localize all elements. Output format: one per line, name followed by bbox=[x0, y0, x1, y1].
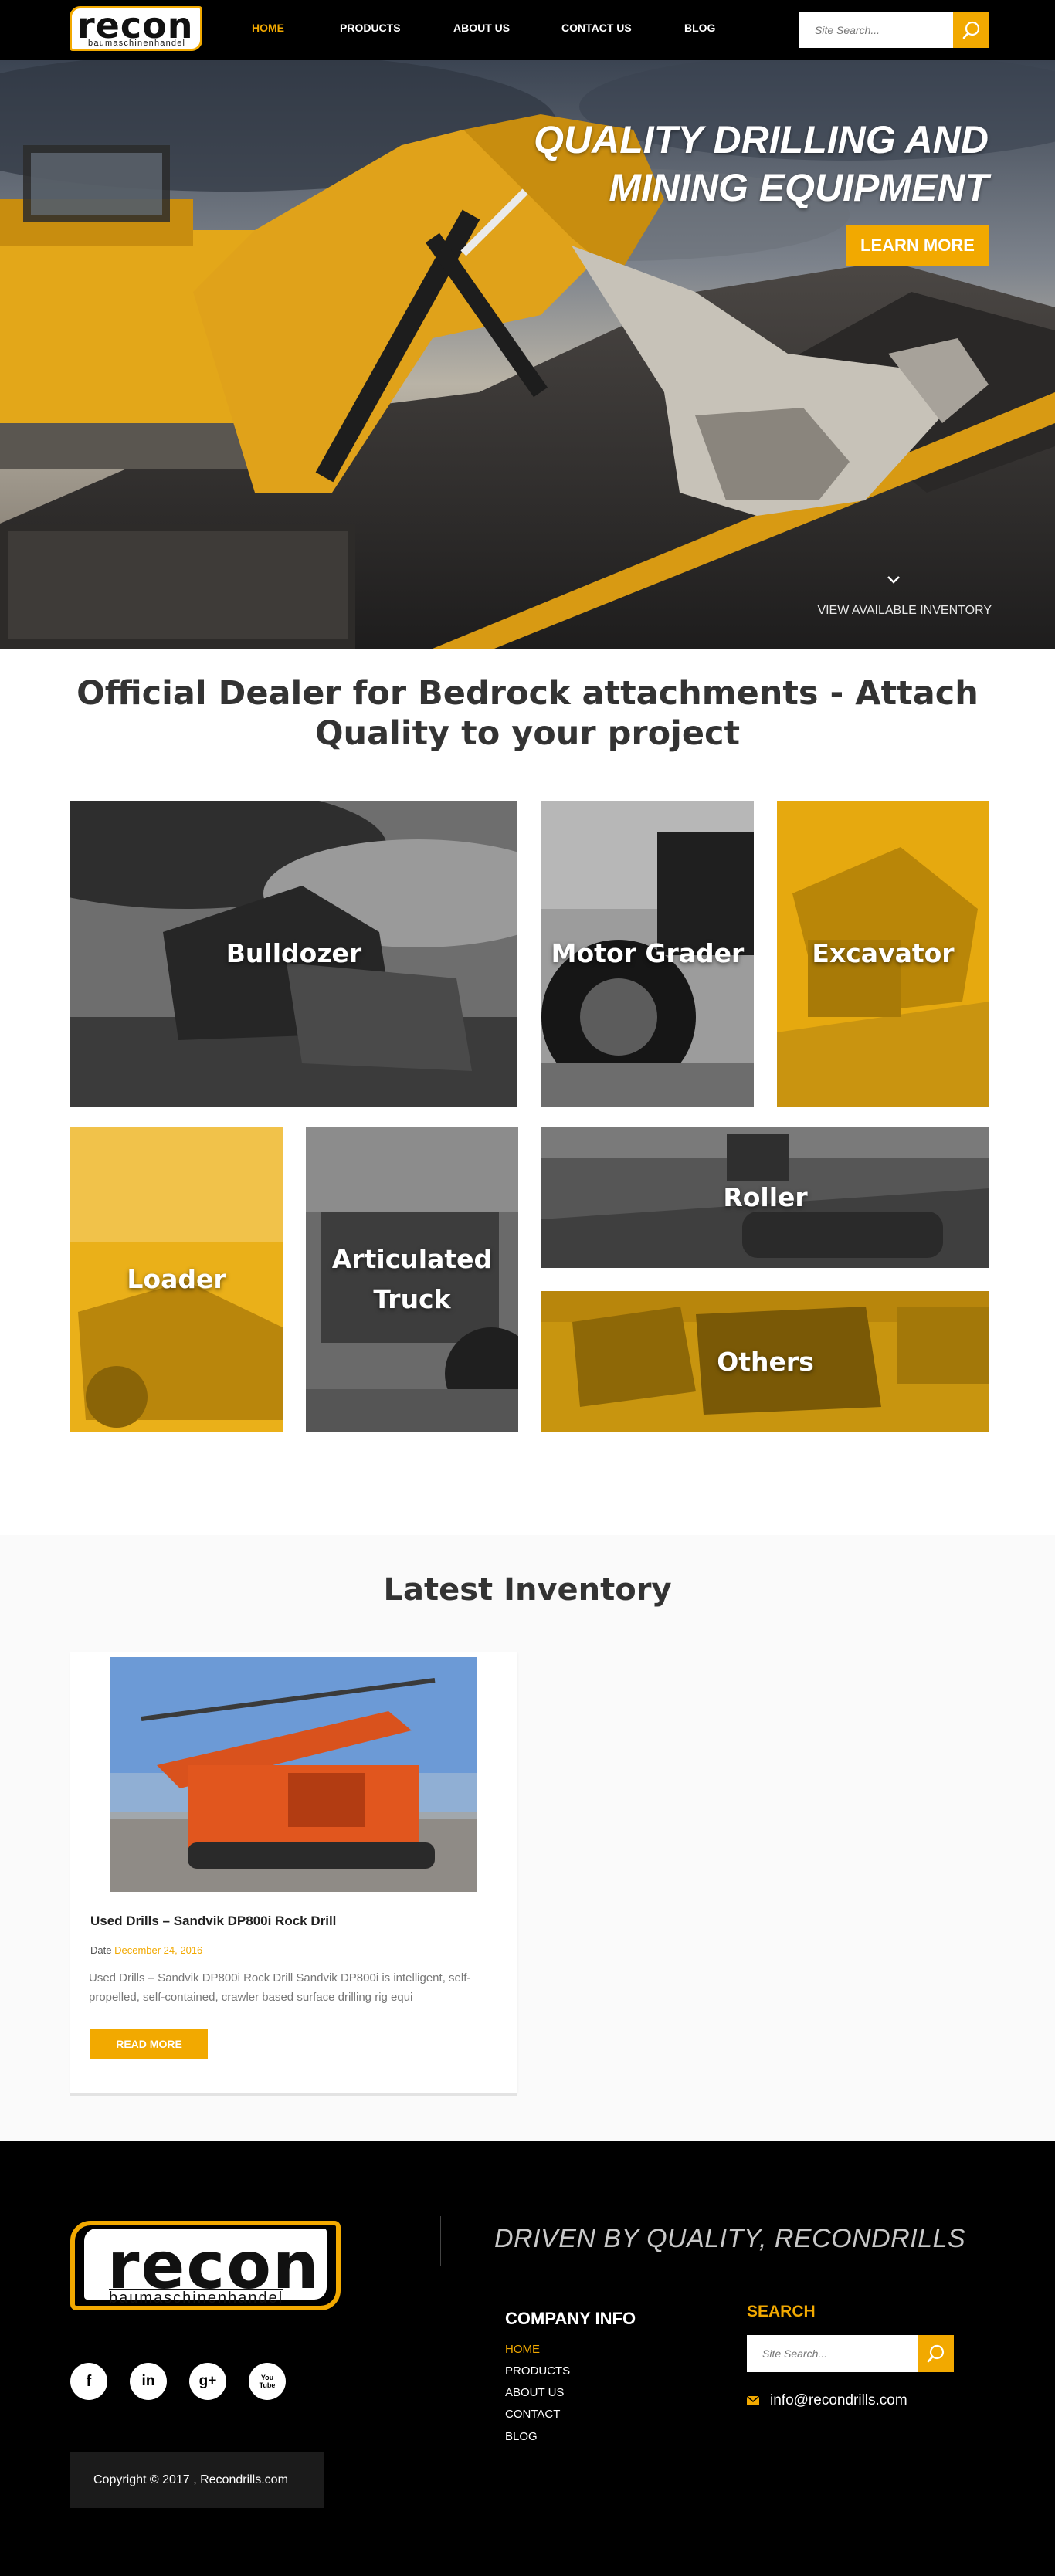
hero-banner: QUALITY DRILLING AND MINING EQUIPMENT LE… bbox=[0, 60, 1055, 649]
learn-more-button[interactable]: LEARN MORE bbox=[846, 225, 989, 266]
logo-subtitle: baumaschinenhandel bbox=[88, 39, 186, 48]
footer-email-text: info@recondrills.com bbox=[770, 2392, 907, 2408]
category-tile-others[interactable]: Others bbox=[541, 1291, 989, 1432]
mail-icon bbox=[747, 2396, 759, 2405]
date-label: Date bbox=[90, 1944, 112, 1956]
footer-divider bbox=[440, 2216, 441, 2266]
hero-title-line1: QUALITY DRILLING AND bbox=[534, 118, 989, 161]
category-tile-motor-grader[interactable]: Motor Grader bbox=[541, 801, 754, 1107]
dealer-title: Official Dealer for Bedrock attachments … bbox=[76, 674, 979, 753]
inventory-card-title[interactable]: Used Drills – Sandvik DP800i Rock Drill bbox=[90, 1913, 336, 1929]
category-label-others: Others bbox=[717, 1346, 814, 1377]
category-label-roller: Roller bbox=[723, 1181, 808, 1212]
view-inventory-link[interactable]: VIEW AVAILABLE INVENTORY bbox=[799, 604, 992, 618]
footer-link-about-us[interactable]: ABOUT US bbox=[505, 2386, 564, 2399]
header-search bbox=[799, 12, 989, 48]
nav-products[interactable]: PRODUCTS bbox=[340, 22, 401, 34]
hero-title-line2: MINING EQUIPMENT bbox=[609, 166, 989, 209]
hero-title: QUALITY DRILLING AND MINING EQUIPMENT bbox=[448, 116, 989, 212]
footer-search-button[interactable] bbox=[918, 2335, 954, 2372]
header-search-input[interactable] bbox=[799, 12, 953, 48]
footer-link-products[interactable]: PRODUCTS bbox=[505, 2364, 570, 2378]
footer-email[interactable]: info@recondrills.com bbox=[747, 2392, 907, 2409]
drill-rig-image bbox=[110, 1657, 477, 1892]
read-more-button[interactable]: READ MORE bbox=[90, 2029, 208, 2059]
category-tile-roller[interactable]: Roller bbox=[541, 1127, 989, 1268]
category-tile-articulated-truck[interactable]: Articulated Truck bbox=[306, 1127, 518, 1432]
header-search-button[interactable] bbox=[953, 12, 989, 48]
chevron-down-icon[interactable] bbox=[886, 572, 901, 588]
facebook-icon[interactable]: f bbox=[70, 2363, 107, 2400]
footer-search-input[interactable] bbox=[747, 2335, 918, 2372]
category-label-excavator: Excavator bbox=[812, 938, 955, 968]
date-value: December 24, 2016 bbox=[114, 1944, 203, 1956]
footer-search-title: SEARCH bbox=[747, 2303, 816, 2320]
inventory-card: Used Drills – Sandvik DP800i Rock Drill … bbox=[70, 1652, 517, 2093]
top-navbar: recon baumaschinenhandel HOME PRODUCTS A… bbox=[0, 0, 1055, 60]
category-tile-excavator[interactable]: Excavator bbox=[777, 801, 989, 1107]
category-label-articulated-truck: Articulated Truck bbox=[331, 1244, 493, 1314]
footer-logo-subtitle: baumaschinenhandel bbox=[109, 2289, 284, 2307]
nav-blog[interactable]: BLOG bbox=[684, 22, 715, 34]
footer-link-home[interactable]: HOME bbox=[505, 2343, 540, 2356]
nav-home[interactable]: HOME bbox=[252, 22, 284, 34]
footer-logo[interactable]: recon baumaschinenhandel bbox=[70, 2221, 341, 2310]
nav-about-us[interactable]: ABOUT US bbox=[453, 22, 510, 34]
category-tile-loader[interactable]: Loader bbox=[70, 1127, 283, 1432]
footer-tagline: DRIVEN BY QUALITY, RECONDRILLS bbox=[494, 2224, 966, 2253]
inventory-card-image[interactable] bbox=[110, 1657, 477, 1892]
company-info-title: COMPANY INFO bbox=[505, 2309, 636, 2328]
category-tile-bulldozer[interactable]: Bulldozer bbox=[70, 801, 517, 1107]
linkedin-icon[interactable]: in bbox=[130, 2363, 167, 2400]
nav-contact-us[interactable]: CONTACT US bbox=[561, 22, 632, 34]
logo[interactable]: recon baumaschinenhandel bbox=[70, 6, 202, 51]
inventory-card-date: Date December 24, 2016 bbox=[90, 1944, 202, 1956]
search-icon bbox=[962, 21, 979, 39]
category-label-bulldozer: Bulldozer bbox=[226, 938, 362, 968]
copyright: Copyright © 2017 , Recondrills.com bbox=[70, 2452, 324, 2508]
footer-search bbox=[747, 2335, 954, 2372]
footer-link-contact[interactable]: CONTACT bbox=[505, 2408, 560, 2421]
category-label-loader: Loader bbox=[127, 1264, 226, 1294]
inventory-title: Latest Inventory bbox=[383, 1572, 672, 1608]
category-label-motor-grader: Motor Grader bbox=[551, 938, 745, 968]
search-icon bbox=[927, 2344, 945, 2363]
google-plus-icon[interactable]: g+ bbox=[189, 2363, 226, 2400]
youtube-icon[interactable]: You Tube bbox=[249, 2363, 286, 2400]
inventory-card-excerpt: Used Drills – Sandvik DP800i Rock Drill … bbox=[89, 1971, 471, 2004]
footer-link-blog[interactable]: BLOG bbox=[505, 2430, 538, 2443]
